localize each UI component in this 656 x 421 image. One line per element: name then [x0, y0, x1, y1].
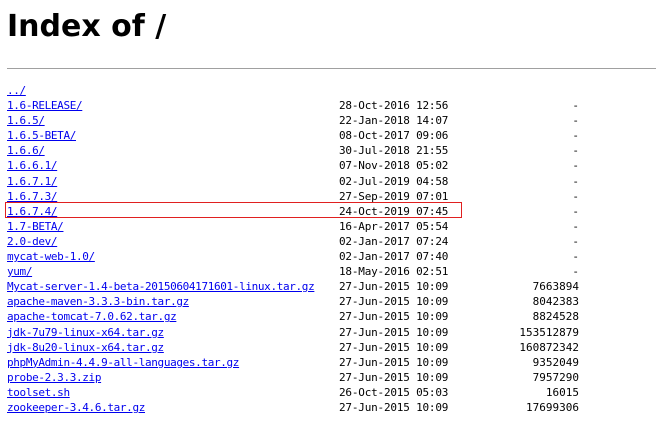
entry-size: - [572, 219, 579, 233]
entry-size: 8042383 [532, 295, 579, 309]
entry-date: 27-Jun-2015 10:09 [339, 340, 449, 354]
list-item: 1.7-BETA/16-Apr-2017 05:54 - [7, 219, 607, 234]
entry-size: 16015 [545, 385, 579, 399]
entry-date: 27-Jun-2015 10:09 [339, 400, 449, 414]
entry-size: 8824528 [532, 310, 579, 324]
list-item: apache-tomcat-7.0.62.tar.gz 27-Jun-2015 1… [7, 309, 607, 324]
entry-size: 7663894 [532, 280, 579, 294]
entry-link[interactable]: 1.7-BETA/ [7, 219, 64, 234]
entry-date: 08-Oct-2017 09:06 [339, 129, 449, 143]
entry-size: 160872342 [519, 340, 579, 354]
entry-link[interactable]: zookeeper-3.4.6.tar.gz [7, 400, 145, 415]
entry-date: 27-Jun-2015 10:09 [339, 295, 449, 309]
entry-date: 27-Jun-2015 10:09 [339, 325, 449, 339]
entry-date: 26-Oct-2015 05:03 [339, 385, 449, 399]
list-item: 1.6.5-BETA/08-Oct-2017 09:06 - [7, 128, 607, 143]
entry-size: - [572, 174, 579, 188]
page-title: Index of / [7, 9, 167, 44]
entry-date: 27-Sep-2019 07:01 [339, 189, 449, 203]
list-item: 1.6.6/30-Jul-2018 21:55 - [7, 143, 607, 158]
entry-size: 17699306 [526, 400, 579, 414]
entry-date: 27-Jun-2015 10:09 [339, 355, 449, 369]
list-item: 1.6-RELEASE/28-Oct-2016 12:56 - [7, 98, 607, 113]
entry-size: - [572, 144, 579, 158]
entry-date: 24-Oct-2019 07:45 [339, 204, 449, 218]
list-item: 1.6.7.1/02-Jul-2019 04:58 - [7, 174, 607, 189]
entry-date: 30-Jul-2018 21:55 [339, 144, 449, 158]
entry-link[interactable]: phpMyAdmin-4.4.9-all-languages.tar.gz [7, 355, 239, 370]
list-item: toolset.sh 26-Oct-2015 05:03 16015 [7, 385, 607, 400]
entry-date: 16-Apr-2017 05:54 [339, 219, 449, 233]
list-item: Mycat-server-1.4-beta-20150604171601-lin… [7, 279, 607, 294]
list-item: zookeeper-3.4.6.tar.gz 27-Jun-2015 10:09 1… [7, 400, 607, 415]
list-item: 1.6.6.1/07-Nov-2018 05:02 - [7, 158, 607, 173]
entry-link[interactable]: apache-tomcat-7.0.62.tar.gz [7, 309, 177, 324]
list-item: mycat-web-1.0/02-Jan-2017 07:40 - [7, 249, 607, 264]
entry-link[interactable]: toolset.sh [7, 385, 70, 400]
entry-size: 7957290 [532, 370, 579, 384]
entry-date: 02-Jan-2017 07:24 [339, 234, 449, 248]
list-item: jdk-8u20-linux-x64.tar.gz 27-Jun-2015 10:… [7, 340, 607, 355]
entry-date: 27-Jun-2015 10:09 [339, 310, 449, 324]
entry-date: 22-Jan-2018 14:07 [339, 114, 449, 128]
list-item: apache-maven-3.3.3-bin.tar.gz 27-Jun-2015… [7, 294, 607, 309]
entry-size: - [572, 189, 579, 203]
list-item: 1.6.7.4/24-Oct-2019 07:45 - [7, 204, 607, 219]
entry-link[interactable]: apache-maven-3.3.3-bin.tar.gz [7, 294, 189, 309]
entry-link[interactable]: 1.6.5/ [7, 113, 45, 128]
entry-link[interactable]: 2.0-dev/ [7, 234, 58, 249]
entry-link[interactable]: 1.6.6.1/ [7, 158, 58, 173]
entry-size: - [572, 234, 579, 248]
entry-link[interactable]: yum/ [7, 264, 32, 279]
list-item: probe-2.3.3.zip 27-Jun-2015 10:09 7957290 [7, 370, 607, 385]
entry-size: 9352049 [532, 355, 579, 369]
entry-link[interactable]: 1.6.7.4/ [7, 204, 58, 219]
entry-link[interactable]: 1.6.5-BETA/ [7, 128, 76, 143]
entry-link[interactable]: probe-2.3.3.zip [7, 370, 101, 385]
entry-size: - [572, 204, 579, 218]
list-item: 1.6.7.3/27-Sep-2019 07:01 - [7, 189, 607, 204]
entry-link[interactable]: 1.6.7.3/ [7, 189, 58, 204]
entry-link[interactable]: 1.6.7.1/ [7, 174, 58, 189]
list-item: jdk-7u79-linux-x64.tar.gz 27-Jun-2015 10:… [7, 325, 607, 340]
parent-directory-link[interactable]: ../ [7, 83, 26, 98]
entry-size: - [572, 265, 579, 279]
entry-size: - [572, 114, 579, 128]
entry-size: - [572, 129, 579, 143]
entry-link[interactable]: 1.6-RELEASE/ [7, 98, 83, 113]
entry-size: - [572, 99, 579, 113]
list-item: phpMyAdmin-4.4.9-all-languages.tar.gz 27-… [7, 355, 607, 370]
entry-date: 18-May-2016 02:51 [339, 265, 449, 279]
list-item: yum/18-May-2016 02:51 - [7, 264, 607, 279]
list-item: 2.0-dev/02-Jan-2017 07:24 - [7, 234, 607, 249]
list-item: ../ [7, 83, 607, 98]
entry-link[interactable]: mycat-web-1.0/ [7, 249, 95, 264]
divider [7, 68, 656, 69]
entry-link[interactable]: 1.6.6/ [7, 143, 45, 158]
entry-date: 27-Jun-2015 10:09 [339, 370, 449, 384]
entry-date: 07-Nov-2018 05:02 [339, 159, 449, 173]
entry-date: 28-Oct-2016 12:56 [339, 99, 449, 113]
entry-date: 27-Jun-2015 10:09 [339, 280, 449, 294]
file-listing: ../1.6-RELEASE/28-Oct-2016 12:56-1.6.5/2… [7, 83, 607, 415]
entry-link[interactable]: jdk-7u79-linux-x64.tar.gz [7, 325, 164, 340]
entry-size: - [572, 159, 579, 173]
entry-link[interactable]: jdk-8u20-linux-x64.tar.gz [7, 340, 164, 355]
entry-size: 153512879 [519, 325, 579, 339]
entry-size: - [572, 250, 579, 264]
entry-link[interactable]: Mycat-server-1.4-beta-20150604171601-lin… [7, 279, 315, 294]
list-item: 1.6.5/22-Jan-2018 14:07 - [7, 113, 607, 128]
entry-date: 02-Jul-2019 04:58 [339, 174, 449, 188]
entry-date: 02-Jan-2017 07:40 [339, 250, 449, 264]
